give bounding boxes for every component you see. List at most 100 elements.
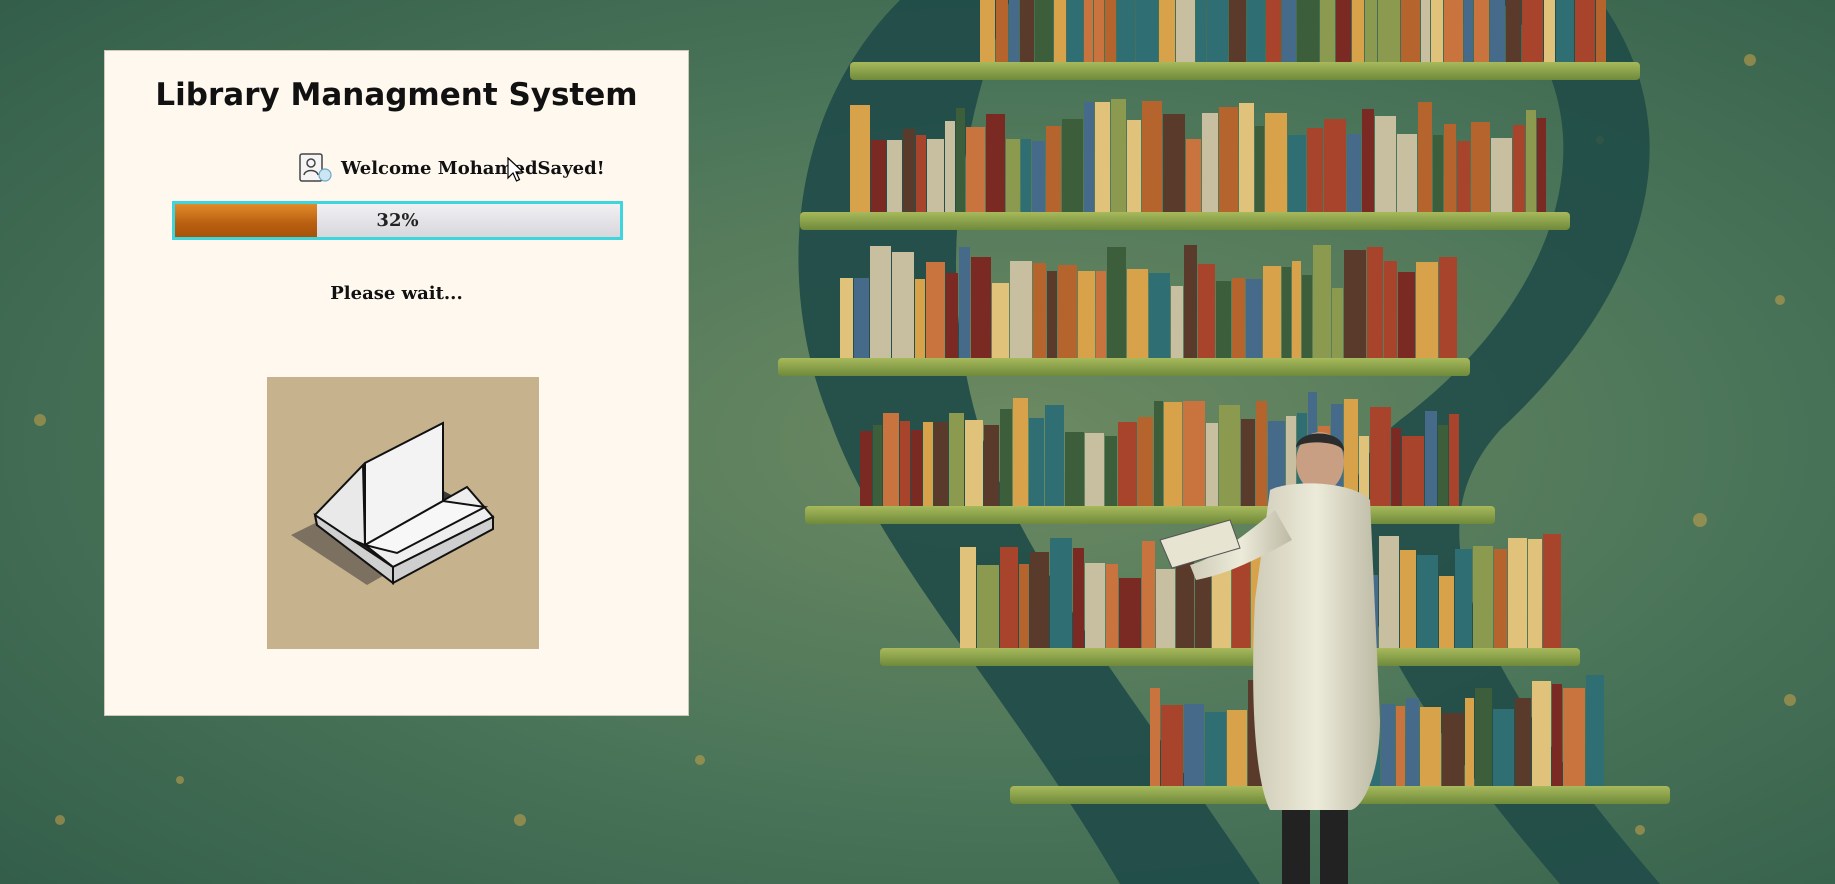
book-spine [1246, 279, 1262, 358]
book-spine [1493, 709, 1514, 786]
book-spine [892, 252, 914, 358]
book-spine [1050, 538, 1072, 648]
book-spine [926, 262, 945, 358]
book-spine [977, 565, 999, 648]
book-spine [1398, 272, 1415, 358]
book-spine [1184, 704, 1204, 786]
book-spine [1227, 710, 1247, 786]
book-spine [1032, 141, 1045, 212]
book-spine [1119, 578, 1141, 648]
book-spine [1475, 688, 1492, 786]
book-spine [949, 413, 964, 506]
book-spine [1019, 564, 1029, 648]
book-spine [1552, 684, 1562, 786]
book-spine [996, 0, 1008, 62]
book-spine [1118, 422, 1137, 506]
book-spine [1127, 269, 1148, 358]
book-spine [1406, 698, 1419, 786]
book-spine [1117, 0, 1135, 62]
book-spine [1094, 0, 1104, 62]
book-spine [1381, 704, 1395, 786]
book-spine [1457, 141, 1470, 212]
book-spine [1045, 405, 1064, 506]
book-spine [1206, 423, 1218, 506]
book-spine [1352, 0, 1364, 62]
book-spine [1508, 538, 1527, 648]
book-spine [956, 108, 965, 212]
book-spine [1282, 267, 1291, 358]
book-spine [1096, 271, 1106, 358]
book-spine [883, 413, 899, 506]
book-spine [1515, 698, 1531, 786]
book-spine [1107, 247, 1126, 358]
book-spine [1105, 436, 1117, 506]
book-spine [1136, 0, 1158, 62]
book-spine [1216, 281, 1231, 358]
book-spine [1073, 548, 1084, 648]
book-spine [946, 273, 958, 358]
book-spine [1417, 555, 1438, 648]
book-spine [1320, 0, 1335, 62]
welcome-row: Welcome MohamedSayed! [297, 151, 605, 185]
book-spine [1288, 135, 1306, 212]
book-spine [1142, 101, 1162, 212]
book-spine [1183, 401, 1205, 506]
book-spine [1142, 541, 1155, 648]
mouse-pointer-icon [507, 157, 525, 182]
book-spine [1138, 417, 1153, 506]
book-spine [1336, 0, 1351, 62]
book-spine [1375, 116, 1396, 212]
book-spine [887, 140, 902, 212]
book-spine [1084, 0, 1093, 62]
splash-window: Library Managment System Welcome Mohamed… [104, 50, 689, 716]
book-spine [1196, 0, 1206, 62]
book-spine [1046, 126, 1061, 212]
book-spine [1444, 124, 1456, 212]
loading-progress-bar: 32% [172, 201, 623, 240]
book-spine [1379, 536, 1399, 648]
book-spine [1438, 425, 1448, 506]
book-spine [960, 547, 976, 648]
book-spine [1522, 0, 1543, 62]
book-spine [1241, 419, 1255, 506]
book-spine [1067, 0, 1083, 62]
book-spine [1239, 103, 1254, 212]
book-spine [1164, 402, 1182, 506]
book-spine [1563, 688, 1585, 786]
book-spine [971, 257, 991, 358]
book-spine [1265, 113, 1287, 212]
book-spine [1543, 534, 1561, 648]
book-spine [1176, 0, 1195, 62]
book-spine [1297, 0, 1319, 62]
book-spine [1537, 118, 1546, 212]
book-spine [1247, 0, 1265, 62]
book-spine [1416, 262, 1438, 358]
book-spine [1065, 432, 1084, 506]
book-spine [1095, 102, 1110, 212]
book-spine [1544, 0, 1555, 62]
book-spine [1058, 265, 1077, 358]
book-spine [1266, 0, 1281, 62]
book-spine [1062, 119, 1083, 212]
book-spine [1013, 398, 1028, 506]
book-spine [1365, 0, 1377, 62]
book-spine [1029, 418, 1044, 506]
book-spine [1392, 428, 1401, 506]
book-spine [850, 105, 870, 212]
book-spine [1421, 0, 1430, 62]
book-spine [1078, 271, 1095, 358]
book-spine [927, 139, 944, 212]
book-spine [1506, 0, 1521, 62]
book-spine [1020, 0, 1034, 62]
book-spine [911, 430, 922, 506]
book-spine [1324, 119, 1346, 212]
user-card-icon [299, 153, 332, 182]
book-spine [1154, 401, 1163, 506]
book-spine [1347, 134, 1361, 212]
book-spine [1084, 102, 1094, 212]
book-spine [1229, 0, 1246, 62]
book-spine [1161, 705, 1183, 786]
book-spine [959, 247, 970, 358]
book-spine [1035, 0, 1053, 62]
book-spine [980, 0, 995, 62]
